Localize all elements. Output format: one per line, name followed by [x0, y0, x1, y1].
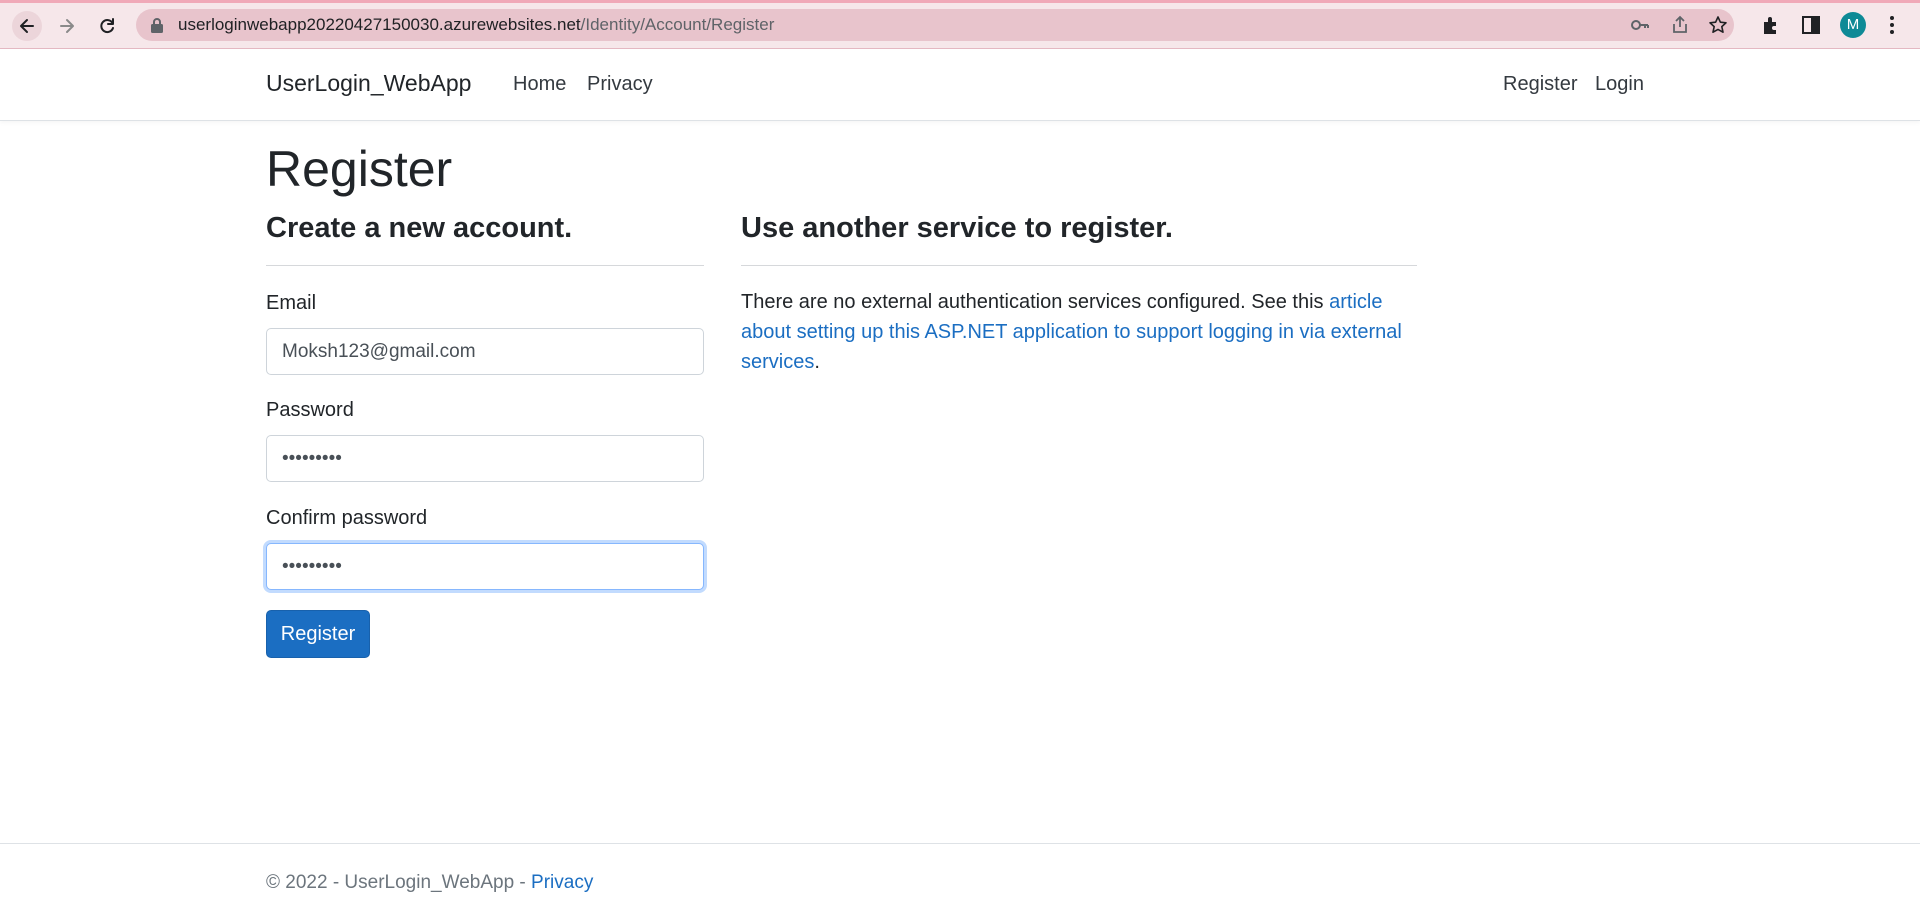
footer-copyright: © 2022 - UserLogin_WebApp - — [266, 872, 532, 893]
extensions-puzzle-icon[interactable] — [1760, 14, 1782, 36]
external-auth-end: . — [814, 351, 820, 373]
email-label: Email — [266, 292, 317, 314]
confirm-password-field[interactable] — [266, 543, 704, 590]
lock-icon — [151, 18, 163, 33]
footer-divider — [0, 843, 1920, 844]
arrow-left-icon — [20, 19, 34, 33]
reload-button[interactable] — [92, 11, 122, 41]
password-field[interactable] — [266, 435, 704, 482]
arrow-right-icon — [60, 19, 74, 33]
forward-button[interactable] — [52, 11, 82, 41]
external-auth-message: There are no external authentication ser… — [741, 287, 1421, 377]
nav-link-register[interactable]: Register — [1503, 73, 1577, 96]
url-host: userloginwebapp20220427150030.azurewebsi… — [178, 15, 581, 34]
register-submit-button[interactable]: Register — [266, 610, 370, 658]
footer-privacy-link[interactable]: Privacy — [531, 872, 593, 893]
tab-strip-edge — [0, 0, 1920, 3]
external-divider — [741, 265, 1417, 266]
footer: © 2022 - UserLogin_WebApp - Privacy — [266, 872, 593, 894]
site-navbar: UserLogin_WebApp Home Privacy Register L… — [0, 49, 1920, 121]
url-path: /Identity/Account/Register — [580, 15, 775, 34]
password-label: Password — [266, 399, 354, 421]
profile-avatar[interactable]: M — [1840, 12, 1866, 38]
external-auth-text: There are no external authentication ser… — [741, 291, 1330, 313]
form-heading: Create a new account. — [266, 212, 573, 244]
nav-link-login[interactable]: Login — [1595, 73, 1644, 96]
star-icon[interactable] — [1708, 15, 1728, 35]
browser-toolbar: userloginwebapp20220427150030.azurewebsi… — [0, 0, 1920, 49]
address-bar[interactable]: userloginwebapp20220427150030.azurewebsi… — [136, 9, 1734, 41]
more-vert-icon[interactable] — [1884, 14, 1900, 36]
key-icon[interactable] — [1630, 15, 1650, 35]
side-panel-icon[interactable] — [1800, 14, 1822, 36]
external-heading: Use another service to register. — [741, 212, 1173, 244]
nav-link-home[interactable]: Home — [513, 73, 566, 96]
back-button[interactable] — [12, 11, 42, 41]
brand-link[interactable]: UserLogin_WebApp — [266, 70, 471, 97]
confirm-password-label: Confirm password — [266, 507, 428, 529]
page-title: Register — [266, 141, 453, 197]
reload-icon — [100, 18, 114, 34]
email-field[interactable] — [266, 328, 704, 375]
share-icon[interactable] — [1670, 15, 1690, 35]
url-text: userloginwebapp20220427150030.azurewebsi… — [178, 9, 774, 41]
nav-link-privacy[interactable]: Privacy — [587, 73, 653, 96]
form-divider — [266, 265, 704, 266]
